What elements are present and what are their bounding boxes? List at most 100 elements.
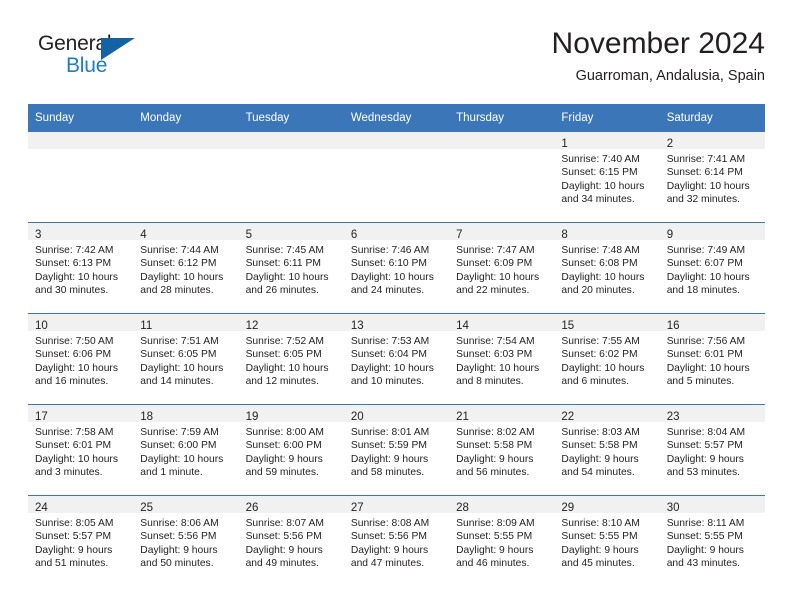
day-number: 28 — [456, 502, 469, 514]
daylight-duration-line1: Daylight: 9 hours — [456, 453, 534, 465]
day-cell-inner: 2 Sunrise: 7:41 AM Sunset: 6:14 PM Daylight… — [659, 132, 765, 222]
calendar-day-cell[interactable]: 12 Sunrise: 7:52 AM Sunset: 6:05 PM Dayligh… — [238, 313, 344, 405]
day-number: 4 — [140, 229, 147, 241]
day-number-band: 7 — [449, 223, 555, 241]
calendar-day-cell[interactable]: 24 Sunrise: 8:05 AM Sunset: 5:57 PM Dayligh… — [28, 495, 134, 586]
daylight-duration-line1: Daylight: 10 hours — [350, 362, 434, 374]
day-cell-inner: 5 Sunrise: 7:45 AM Sunset: 6:11 PM Daylight… — [238, 223, 344, 313]
calendar-day-cell[interactable]: 30 Sunrise: 8:11 AM Sunset: 5:55 PM Dayligh… — [659, 495, 765, 586]
day-number: 17 — [35, 411, 48, 423]
calendar-day-cell[interactable]: 17 Sunrise: 7:58 AM Sunset: 6:01 PM Dayligh… — [28, 404, 134, 496]
day-cell-details: Sunrise: 8:04 AM Sunset: 5:57 PM Daylight:… — [660, 422, 765, 480]
calendar-day-cell[interactable]: 13 Sunrise: 7:53 AM Sunset: 6:04 PM Dayligh… — [343, 313, 450, 405]
calendar-day-cell[interactable]: 18 Sunrise: 7:59 AM Sunset: 6:00 PM Dayligh… — [133, 404, 239, 496]
calendar-day-cell[interactable]: 25 Sunrise: 8:06 AM Sunset: 5:56 PM Dayligh… — [133, 495, 239, 586]
calendar-week-row: 24 Sunrise: 8:05 AM Sunset: 5:57 PM Dayligh… — [28, 495, 765, 586]
day-number-band: 6 — [343, 223, 450, 241]
daylight-duration-line1: Daylight: 10 hours — [456, 271, 540, 283]
day-number: 25 — [140, 502, 154, 514]
calendar-day-cell[interactable]: 11 Sunrise: 7:51 AM Sunset: 6:05 PM Dayligh… — [133, 313, 239, 405]
calendar-day-cell-empty — [449, 131, 555, 223]
day-number-band: 21 — [449, 405, 555, 423]
calendar-day-cell[interactable]: 27 Sunrise: 8:08 AM Sunset: 5:56 PM Dayligh… — [343, 495, 450, 586]
day-cell-inner: 23 Sunrise: 8:04 AM Sunset: 5:57 PM Dayligh… — [659, 405, 765, 495]
sunrise-time: Sunrise: 8:08 AM — [350, 518, 430, 529]
sunset-time: Sunset: 6:05 PM — [140, 349, 217, 361]
daylight-duration-line1: Daylight: 9 hours — [140, 544, 218, 556]
day-cell-inner: 11 Sunrise: 7:51 AM Sunset: 6:05 PM Dayligh… — [133, 314, 239, 404]
calendar-day-cell[interactable]: 7 Sunrise: 7:47 AM Sunset: 6:09 PM Daylight… — [449, 222, 555, 314]
day-number-band: 4 — [133, 223, 239, 241]
daylight-duration-line1: Daylight: 9 hours — [350, 453, 429, 465]
calendar-day-cell[interactable]: 15 Sunrise: 7:55 AM Sunset: 6:02 PM Dayligh… — [554, 313, 660, 405]
day-cell-details: Sunrise: 8:06 AM Sunset: 5:56 PM Daylight:… — [133, 513, 238, 571]
calendar-day-cell[interactable]: 6 Sunrise: 7:46 AM Sunset: 6:10 PM Daylight… — [343, 222, 450, 314]
calendar-day-cell[interactable]: 26 Sunrise: 8:07 AM Sunset: 5:56 PM Dayligh… — [238, 495, 344, 586]
calendar-day-cell[interactable]: 1 Sunrise: 7:40 AM Sunset: 6:15 PM Daylight… — [554, 131, 660, 223]
calendar-day-cell[interactable]: 10 Sunrise: 7:50 AM Sunset: 6:06 PM Dayligh… — [28, 313, 134, 405]
day-number-band: 10 — [28, 314, 134, 332]
day-cell-details: Sunrise: 8:09 AM Sunset: 5:55 PM Daylight:… — [449, 513, 554, 571]
day-cell-details: Sunrise: 7:53 AM Sunset: 6:04 PM Daylight:… — [344, 331, 449, 389]
day-cell-inner: 10 Sunrise: 7:50 AM Sunset: 6:06 PM Dayligh… — [28, 314, 134, 404]
calendar-day-cell[interactable]: 5 Sunrise: 7:45 AM Sunset: 6:11 PM Daylight… — [238, 222, 344, 314]
calendar-day-cell[interactable]: 28 Sunrise: 8:09 AM Sunset: 5:55 PM Dayligh… — [449, 495, 555, 586]
day-number: 29 — [561, 502, 575, 514]
day-cell-details: Sunrise: 7:44 AM Sunset: 6:12 PM Daylight:… — [133, 240, 238, 298]
day-cell-details: Sunrise: 7:55 AM Sunset: 6:02 PM Daylight:… — [554, 331, 659, 389]
calendar-day-cell[interactable]: 4 Sunrise: 7:44 AM Sunset: 6:12 PM Daylight… — [133, 222, 239, 314]
calendar-day-cell[interactable]: 2 Sunrise: 7:41 AM Sunset: 6:14 PM Daylight… — [659, 131, 765, 223]
day-number: 19 — [245, 411, 259, 423]
calendar-day-cell[interactable]: 22 Sunrise: 8:03 AM Sunset: 5:58 PM Dayligh… — [554, 404, 660, 496]
daylight-duration-line1: Daylight: 9 hours — [666, 453, 744, 465]
sunset-time: Sunset: 6:01 PM — [35, 440, 112, 452]
calendar-day-cell[interactable]: 20 Sunrise: 8:01 AM Sunset: 5:59 PM Dayligh… — [343, 404, 450, 496]
calendar-header-row: Sunday Monday Tuesday Wednesday Thursday… — [28, 104, 765, 132]
day-number-band: 9 — [659, 223, 765, 241]
calendar-day-cell[interactable]: 8 Sunrise: 7:48 AM Sunset: 6:08 PM Daylight… — [554, 222, 660, 314]
sunset-time: Sunset: 6:15 PM — [561, 167, 638, 179]
calendar-week-row: 3 Sunrise: 7:42 AM Sunset: 6:13 PM Daylight… — [28, 222, 765, 314]
calendar-day-cell[interactable]: 21 Sunrise: 8:02 AM Sunset: 5:58 PM Dayligh… — [449, 404, 555, 496]
sunrise-time: Sunrise: 7:45 AM — [245, 245, 324, 256]
daylight-duration-line1: Daylight: 10 hours — [666, 180, 750, 192]
day-number-band: 27 — [343, 496, 450, 514]
daylight-duration-line2: and 8 minutes. — [456, 376, 524, 388]
day-cell-details: Sunrise: 8:07 AM Sunset: 5:56 PM Daylight:… — [239, 513, 344, 571]
day-cell-inner: 26 Sunrise: 8:07 AM Sunset: 5:56 PM Dayligh… — [238, 496, 344, 586]
daylight-duration-line1: Daylight: 10 hours — [666, 271, 750, 283]
day-cell-inner: 3 Sunrise: 7:42 AM Sunset: 6:13 PM Daylight… — [28, 223, 134, 313]
title-block: November 2024 Guarroman, Andalusia, Spai… — [552, 26, 765, 87]
day-cell-details: Sunrise: 8:08 AM Sunset: 5:56 PM Daylight:… — [344, 513, 449, 571]
calendar-day-cell[interactable]: 14 Sunrise: 7:54 AM Sunset: 6:03 PM Dayligh… — [449, 313, 555, 405]
day-cell-details: Sunrise: 8:11 AM Sunset: 5:55 PM Daylight:… — [660, 513, 765, 571]
day-number-band — [238, 132, 344, 149]
daylight-duration-line1: Daylight: 10 hours — [666, 362, 750, 374]
daylight-duration-line1: Daylight: 9 hours — [35, 544, 113, 556]
calendar-day-cell[interactable]: 29 Sunrise: 8:10 AM Sunset: 5:55 PM Dayligh… — [554, 495, 660, 586]
day-number: 14 — [456, 320, 469, 332]
day-number: 9 — [666, 229, 674, 241]
calendar-day-cell[interactable]: 23 Sunrise: 8:04 AM Sunset: 5:57 PM Dayligh… — [659, 404, 765, 496]
day-number-band: 18 — [133, 405, 239, 423]
day-number-band: 13 — [343, 314, 450, 332]
calendar-day-cell[interactable]: 19 Sunrise: 8:00 AM Sunset: 6:00 PM Dayligh… — [238, 404, 344, 496]
day-cell-details: Sunrise: 7:41 AM Sunset: 6:14 PM Daylight:… — [660, 149, 765, 207]
sunrise-time: Sunrise: 8:07 AM — [245, 518, 324, 529]
daylight-duration-line2: and 20 minutes. — [561, 285, 635, 297]
day-number-band: 25 — [133, 496, 239, 514]
day-cell-inner: 16 Sunrise: 7:56 AM Sunset: 6:01 PM Dayligh… — [659, 314, 765, 404]
day-number: 12 — [245, 320, 259, 332]
day-cell-inner: 18 Sunrise: 7:59 AM Sunset: 6:00 PM Dayligh… — [133, 405, 239, 495]
brand-logo[interactable]: General Blue — [38, 32, 168, 88]
calendar-day-cell[interactable]: 9 Sunrise: 7:49 AM Sunset: 6:07 PM Daylight… — [659, 222, 765, 314]
daylight-duration-line2: and 51 minutes. — [35, 558, 109, 570]
daylight-duration-line2: and 54 minutes. — [561, 467, 635, 479]
day-number-band: 19 — [238, 405, 344, 423]
calendar-day-cell[interactable]: 3 Sunrise: 7:42 AM Sunset: 6:13 PM Daylight… — [28, 222, 134, 314]
day-number: 18 — [140, 411, 154, 423]
day-number-band: 11 — [133, 314, 239, 332]
day-cell-inner: 17 Sunrise: 7:58 AM Sunset: 6:01 PM Dayligh… — [28, 405, 134, 495]
calendar-day-cell[interactable]: 16 Sunrise: 7:56 AM Sunset: 6:01 PM Dayligh… — [659, 313, 765, 405]
day-cell-inner: 1 Sunrise: 7:40 AM Sunset: 6:15 PM Daylight… — [554, 132, 660, 222]
